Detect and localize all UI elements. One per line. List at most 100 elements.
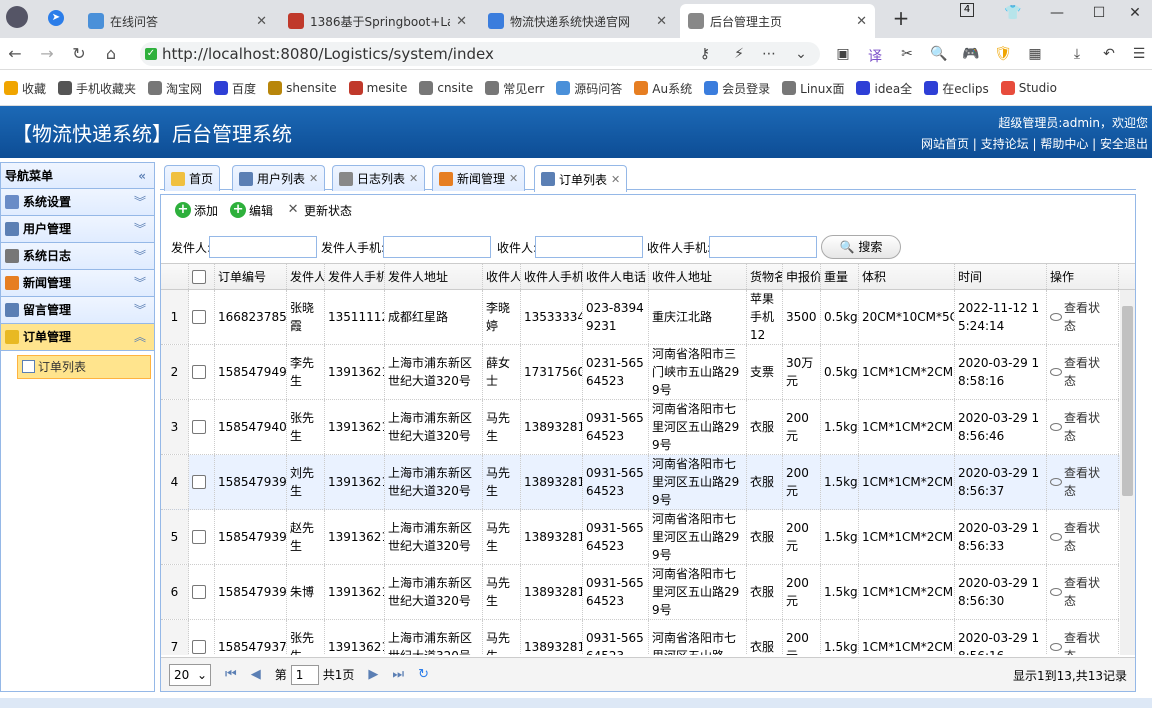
browser-tab[interactable]: 后台管理主页 ✕ xyxy=(680,4,875,38)
receiver-input[interactable] xyxy=(535,236,643,258)
profile-avatar[interactable] xyxy=(6,6,28,28)
page-number-input[interactable]: 1 xyxy=(290,664,319,685)
row-checkbox[interactable] xyxy=(192,585,206,599)
page-size-select[interactable]: 20 ⌄ xyxy=(169,663,211,686)
sender-phone-input[interactable] xyxy=(383,236,491,258)
table-row[interactable]: 1 1668237853 张晓霞 13511112 成都红星路 李晓婷 13533334 02… xyxy=(161,290,1135,345)
view-status-link[interactable]: 查看状态 xyxy=(1047,345,1119,399)
bookmark-item[interactable]: 百度 xyxy=(214,80,256,97)
view-status-link[interactable]: 查看状态 xyxy=(1047,290,1119,344)
view-status-link[interactable]: 查看状态 xyxy=(1047,565,1119,619)
row-checkbox[interactable] xyxy=(192,475,206,489)
bookmark-item[interactable]: 手机收藏夹 xyxy=(58,80,136,97)
update-status-button[interactable]: ✕ 更新状态 xyxy=(285,202,352,219)
bookmark-item[interactable]: Au系统 xyxy=(634,80,692,97)
close-icon[interactable]: ✕ xyxy=(611,173,620,186)
download-icon[interactable]: ⤓ xyxy=(1068,46,1086,62)
edit-button[interactable]: + 编辑 xyxy=(230,202,273,219)
sidebar-menu[interactable]: 系统日志 ︾ xyxy=(1,243,154,270)
chevron-down-icon[interactable]: ︾ xyxy=(134,189,146,215)
chevron-up-icon[interactable]: ︽ xyxy=(134,324,146,350)
sidebar-menu[interactable]: 系统设置 ︾ xyxy=(1,189,154,216)
chevron-down-icon[interactable]: ︾ xyxy=(134,243,146,269)
select-all-checkbox[interactable] xyxy=(189,264,215,289)
scroll-thumb[interactable] xyxy=(1122,306,1133,496)
page-tab[interactable]: 订单列表 ✕ xyxy=(534,165,628,192)
url-field[interactable]: ✓ http://localhost:8080/Logistics/system… xyxy=(140,42,820,66)
row-checkbox[interactable] xyxy=(192,310,206,324)
table-row[interactable]: 3 1585479406 张先生 13913621 上海市浦东新区世纪大道320号 马先生… xyxy=(161,400,1135,455)
view-status-link[interactable]: 查看状态 xyxy=(1047,400,1119,454)
translate-icon[interactable]: 译 xyxy=(866,46,884,66)
bookmark-item[interactable]: mesite xyxy=(348,81,407,95)
page-tab[interactable]: 新闻管理 ✕ xyxy=(432,165,526,191)
bookmark-item[interactable]: 淘宝网 xyxy=(148,80,202,97)
vertical-scrollbar[interactable] xyxy=(1120,290,1135,655)
shield-icon[interactable]: 🛡 xyxy=(994,46,1012,62)
prev-page-icon[interactable]: ◀ xyxy=(251,667,261,682)
more-icon[interactable]: ⋯ xyxy=(760,46,778,62)
bookmark-item[interactable]: 常见err xyxy=(485,80,544,97)
view-status-link[interactable]: 查看状态 xyxy=(1047,620,1119,655)
key-icon[interactable]: ⚷ xyxy=(696,46,714,62)
maximize-icon[interactable]: ☐ xyxy=(1082,0,1116,30)
close-tab-icon[interactable]: ✕ xyxy=(456,14,467,29)
tab-count-badge[interactable]: 4 xyxy=(960,3,974,17)
chevron-down-icon[interactable]: ︾ xyxy=(134,216,146,242)
close-window-icon[interactable]: ✕ xyxy=(1118,0,1152,30)
game-icon[interactable]: 🎮 xyxy=(962,46,980,62)
undo-icon[interactable]: ↶ xyxy=(1100,46,1118,62)
close-icon[interactable]: ✕ xyxy=(409,172,418,185)
home-icon[interactable]: ⌂ xyxy=(100,44,122,63)
search-button[interactable]: 🔍 搜索 xyxy=(821,235,901,259)
row-checkbox[interactable] xyxy=(192,365,206,379)
next-page-icon[interactable]: ▶ xyxy=(368,667,378,682)
header-links[interactable]: 网站首页 | 支持论坛 | 帮助中心 | 安全退出 xyxy=(921,135,1148,152)
browser-tab[interactable]: 1386基于Springboot+La ✕ xyxy=(280,4,475,38)
close-tab-icon[interactable]: ✕ xyxy=(656,14,667,29)
dropdown-icon[interactable]: ⌄ xyxy=(792,46,810,62)
chevron-down-icon[interactable]: ︾ xyxy=(134,297,146,323)
bookmark-item[interactable]: Studio xyxy=(1000,81,1057,95)
scissors-icon[interactable]: ✂ xyxy=(898,46,916,62)
table-row[interactable]: 2 1585479496 李先生 13913621 上海市浦东新区世纪大道320号 薛女士… xyxy=(161,345,1135,400)
reload-icon[interactable]: ↻ xyxy=(68,44,90,63)
sender-input[interactable] xyxy=(209,236,317,258)
bookmark-item[interactable]: idea全 xyxy=(856,80,912,97)
page-tab[interactable]: 用户列表 ✕ xyxy=(232,165,326,191)
row-checkbox[interactable] xyxy=(192,420,206,434)
table-row[interactable]: 4 1585479397 刘先生 13913621 上海市浦东新区世纪大道320号 马先生… xyxy=(161,455,1135,510)
back-icon[interactable]: ← xyxy=(4,44,26,63)
page-tab[interactable]: 首页 xyxy=(164,165,221,191)
table-row[interactable]: 6 1585479390 朱博 13913621 上海市浦东新区世纪大道320号 马先生 1… xyxy=(161,565,1135,620)
minimize-icon[interactable]: — xyxy=(1040,0,1074,30)
table-row[interactable]: 5 1585479393 赵先生 13913621 上海市浦东新区世纪大道320号 马先生… xyxy=(161,510,1135,565)
view-status-link[interactable]: 查看状态 xyxy=(1047,510,1119,564)
tab-search-icon[interactable]: ➤ xyxy=(48,10,64,26)
close-tab-icon[interactable]: ✕ xyxy=(856,14,867,29)
sidebar-menu[interactable]: 留言管理 ︾ xyxy=(1,297,154,324)
bookmark-item[interactable]: 源码问答 xyxy=(556,80,622,97)
bookmark-item[interactable]: 会员登录 xyxy=(704,80,770,97)
reader-icon[interactable]: ▣ xyxy=(834,46,852,62)
chevron-down-icon[interactable]: ︾ xyxy=(134,270,146,296)
bookmark-item[interactable]: 收藏 xyxy=(4,80,46,97)
collapse-icon[interactable]: « xyxy=(138,163,146,189)
add-button[interactable]: + 添加 xyxy=(175,202,218,219)
lightning-icon[interactable]: ⚡ xyxy=(730,46,748,62)
bookmark-item[interactable]: Linux面 xyxy=(782,80,844,97)
menu-icon[interactable]: ☰ xyxy=(1130,46,1148,62)
checkbox[interactable] xyxy=(192,269,206,284)
bookmark-item[interactable]: cnsite xyxy=(419,81,473,95)
bookmark-item[interactable]: shensite xyxy=(268,81,337,95)
view-status-link[interactable]: 查看状态 xyxy=(1047,455,1119,509)
browser-tab[interactable]: 物流快递系统快递官网 ✕ xyxy=(480,4,675,38)
first-page-icon[interactable]: ⏮ xyxy=(225,667,237,682)
row-checkbox[interactable] xyxy=(192,640,206,654)
sidebar-subitem-order-list[interactable]: 订单列表 xyxy=(17,355,151,379)
sidebar-menu[interactable]: 用户管理 ︾ xyxy=(1,216,154,243)
table-row[interactable]: 7 1585479376张先生13913621上海市浦东新区世纪大道320号马先生… xyxy=(161,620,1135,655)
forward-icon[interactable]: → xyxy=(36,44,58,63)
close-tab-icon[interactable]: ✕ xyxy=(256,14,267,29)
bookmark-item[interactable]: 在eclips xyxy=(924,80,989,97)
